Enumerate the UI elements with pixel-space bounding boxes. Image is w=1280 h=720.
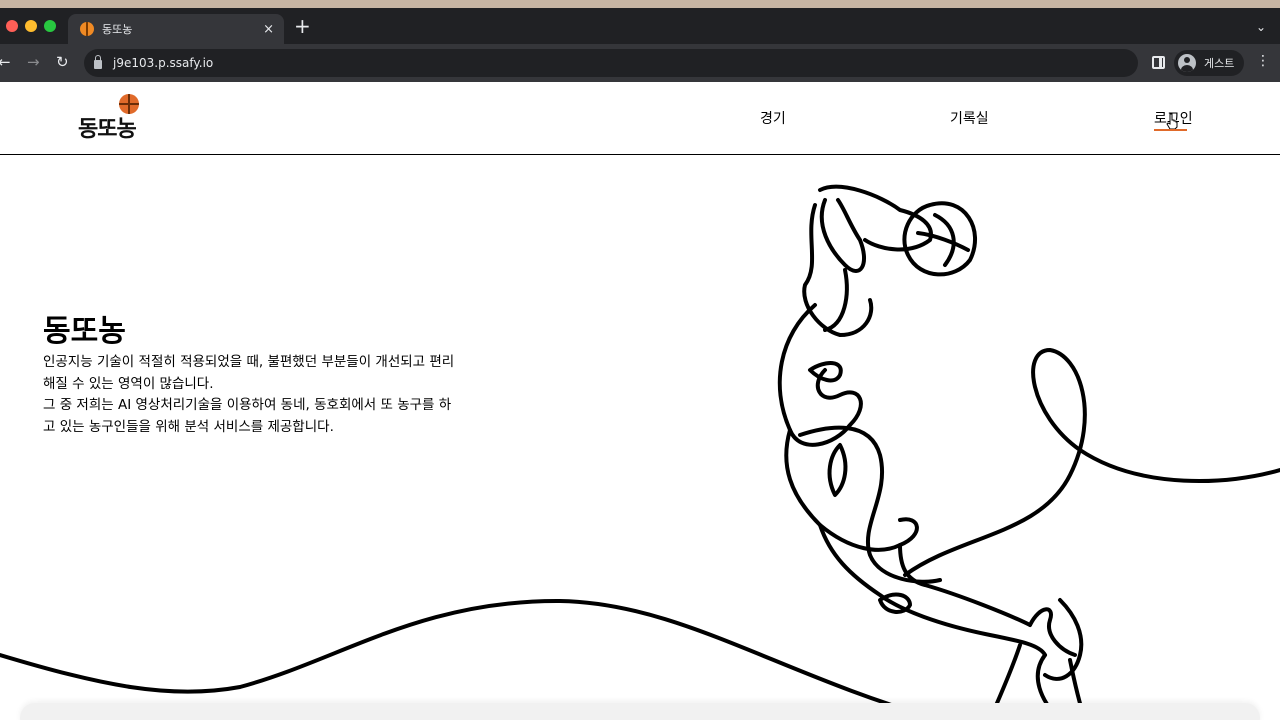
logo-text: 동또농 xyxy=(78,117,137,142)
browser-tab[interactable]: 동또농 × xyxy=(68,14,284,44)
site-header: 동또농 경기 기록실 로그인 xyxy=(0,82,1280,155)
nav-game-link[interactable]: 경기 xyxy=(760,108,786,128)
forward-button[interactable]: → xyxy=(27,53,40,71)
tab-title: 동또농 xyxy=(102,23,133,36)
url-text[interactable]: j9e103.p.ssafy.io xyxy=(113,56,213,70)
profile-button[interactable]: 게스트 xyxy=(1174,50,1244,76)
basketball-player-line-art xyxy=(0,184,1280,720)
tab-search-chevron-icon[interactable]: ⌄ xyxy=(1256,20,1266,34)
content-card-edge xyxy=(20,703,1260,720)
browser-tab-bar: 동또농 × + ⌄ xyxy=(0,8,1280,44)
address-bar[interactable]: j9e103.p.ssafy.io xyxy=(84,49,1138,77)
nav-records-link[interactable]: 기록실 xyxy=(950,108,989,128)
profile-label: 게스트 xyxy=(1204,57,1235,70)
close-tab-icon[interactable]: × xyxy=(263,22,274,37)
minimize-window-button[interactable] xyxy=(25,20,37,32)
reload-button[interactable]: ↻ xyxy=(56,53,69,71)
wave-line-right xyxy=(903,348,1280,577)
close-window-button[interactable] xyxy=(6,20,18,32)
hand-cursor-icon xyxy=(1166,113,1178,129)
guest-avatar-icon xyxy=(1178,54,1196,72)
browser-toolbar: ← → ↻ j9e103.p.ssafy.io 게스트 ⋮ xyxy=(0,44,1280,82)
maximize-window-button[interactable] xyxy=(44,20,56,32)
login-hover-underline xyxy=(1154,129,1187,131)
new-tab-button[interactable]: + xyxy=(294,16,311,36)
lock-icon[interactable] xyxy=(94,55,102,69)
side-panel-icon[interactable] xyxy=(1152,56,1165,69)
basketball-favicon-icon xyxy=(80,22,94,36)
browser-menu-icon[interactable]: ⋮ xyxy=(1256,53,1270,69)
back-button[interactable]: ← xyxy=(0,53,11,71)
site-logo[interactable]: 동또농 xyxy=(78,94,158,146)
os-menu-bar xyxy=(0,0,1280,8)
